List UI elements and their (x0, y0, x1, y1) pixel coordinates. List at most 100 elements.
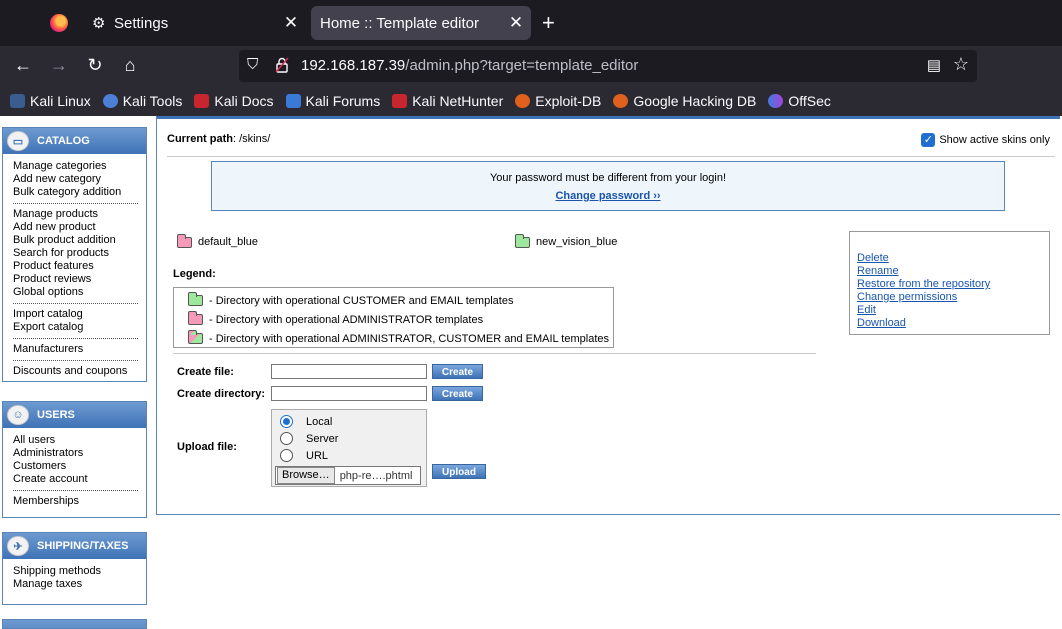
bookmark-kali-nethunter[interactable]: Kali NetHunter (392, 93, 503, 109)
delete-link[interactable]: Delete (857, 252, 1049, 265)
bookmark-kali-linux[interactable]: Kali Linux (10, 93, 91, 109)
sidebar-users-header: ☺ USERS (3, 402, 146, 428)
bookmark-exploit-db[interactable]: Exploit-DB (515, 93, 601, 109)
sidebar-item-manage-categories[interactable]: Manage categories (13, 160, 146, 173)
browse-button[interactable]: Browse… (277, 467, 335, 484)
bookmark-label: OffSec (788, 93, 831, 109)
skin-name: default_blue (198, 236, 258, 248)
bookmark-star-icon[interactable]: ☆ (953, 54, 969, 75)
radio-label: Local (306, 415, 333, 428)
close-icon[interactable]: ✕ (501, 13, 531, 33)
sidebar-users: ☺ USERS All users Administrators Custome… (2, 401, 147, 518)
sidebar-item-search-products[interactable]: Search for products (13, 247, 146, 260)
upload-file-label: Upload file: (177, 441, 237, 453)
edit-link[interactable]: Edit (857, 304, 1049, 317)
folder-icon (188, 311, 203, 325)
sidebar-item-bulk-product-addition[interactable]: Bulk product addition (13, 234, 146, 247)
bookmark-kali-tools[interactable]: Kali Tools (102, 93, 183, 109)
divider (167, 156, 1055, 157)
sidebar-item-product-reviews[interactable]: Product reviews (13, 273, 146, 286)
sidebar-item-all-users[interactable]: All users (13, 434, 146, 447)
back-arrow-icon[interactable]: ← (11, 55, 35, 76)
firefox-icon[interactable] (50, 14, 68, 32)
sidebar-item-administrators[interactable]: Administrators (13, 447, 146, 460)
skin-new-vision-blue[interactable]: new_vision_blue (515, 233, 617, 248)
browser-tab-bar: ⚙ Settings ✕ Home :: Template editor ✕ + (0, 0, 1062, 46)
sidebar-item-customers[interactable]: Customers (13, 460, 146, 473)
tab-template-editor[interactable]: Home :: Template editor ✕ (311, 6, 531, 40)
new-tab-plus-icon[interactable]: + (542, 10, 555, 36)
radio-selected[interactable] (280, 415, 293, 428)
checkmark-icon[interactable]: ✓ (921, 133, 936, 147)
sidebar-item-manufacturers[interactable]: Manufacturers (13, 343, 146, 356)
folder-icon (515, 233, 530, 248)
sidebar-item-add-new-product[interactable]: Add new product (13, 221, 146, 234)
bookmark-kali-forums[interactable]: Kali Forums (285, 93, 380, 109)
create-file-label: Create file: (177, 366, 234, 378)
file-input[interactable]: Browse… php-re….phtml (275, 466, 421, 485)
restore-link[interactable]: Restore from the repository (857, 278, 1049, 291)
create-file-input[interactable] (271, 364, 427, 379)
page-content: ▭ CATALOG Manage categories Add new cate… (0, 116, 1062, 629)
legend-text: - Directory with operational ADMINISTRAT… (209, 313, 484, 326)
sidebar-item-add-new-category[interactable]: Add new category (13, 173, 146, 186)
change-permissions-link[interactable]: Change permissions (857, 291, 1049, 304)
sidebar-next-section (2, 619, 147, 629)
upload-local-option[interactable]: Local (280, 415, 332, 428)
bookmark-kali-docs[interactable]: Kali Docs (194, 93, 274, 109)
create-file-button[interactable]: Create (432, 364, 483, 379)
change-password-link[interactable]: Change password ›› (555, 190, 660, 202)
sidebar-item-product-features[interactable]: Product features (13, 260, 146, 273)
lock-icon[interactable] (275, 57, 289, 73)
sidebar-shipping-links: Shipping methods Manage taxes (3, 559, 146, 595)
sidebar-item-import-catalog[interactable]: Import catalog (13, 308, 146, 321)
reload-icon[interactable]: ↻ (83, 55, 107, 76)
sidebar-item-shipping-methods[interactable]: Shipping methods (13, 565, 146, 578)
radio-unselected[interactable] (280, 449, 293, 462)
divider (173, 353, 816, 354)
bookmarks-toolbar: Kali Linux Kali Tools Kali Docs Kali For… (0, 86, 1062, 116)
create-directory-input[interactable] (271, 386, 427, 401)
home-icon[interactable]: ⌂ (118, 55, 142, 76)
shield-icon[interactable]: ⛉ (247, 56, 258, 73)
folder-icon (177, 233, 192, 248)
file-actions-box: Delete Rename Restore from the repositor… (849, 231, 1050, 335)
sidebar-item-manage-products[interactable]: Manage products (13, 208, 146, 221)
legend-title: Legend: (173, 268, 216, 280)
download-link[interactable]: Download (857, 317, 1049, 330)
url-text: 192.168.187.39/admin.php?target=template… (301, 57, 638, 74)
sidebar-catalog-links: Manage categories Add new category Bulk … (3, 154, 146, 382)
show-active-skins-checkbox[interactable]: ✓ Show active skins only (921, 133, 1050, 147)
bookmark-offsec[interactable]: OffSec (768, 93, 831, 109)
sidebar-item-create-account[interactable]: Create account (13, 473, 146, 486)
tab-settings[interactable]: ⚙ Settings ✕ (84, 6, 306, 40)
sidebar-catalog: ▭ CATALOG Manage categories Add new cate… (2, 127, 147, 382)
bookmark-google-hacking-db[interactable]: Google Hacking DB (613, 93, 756, 109)
sidebar-item-memberships[interactable]: Memberships (13, 495, 146, 508)
url-bar[interactable]: ⛉ 192.168.187.39/admin.php?target=templa… (239, 50, 977, 82)
skin-default-blue[interactable]: default_blue (177, 233, 258, 248)
forward-arrow-icon[interactable]: → (47, 55, 71, 76)
reader-view-icon[interactable]: ▤ (927, 56, 941, 74)
sidebar-item-manage-taxes[interactable]: Manage taxes (13, 578, 146, 591)
ghdb-icon (613, 94, 629, 108)
rename-link[interactable]: Rename (857, 265, 1049, 278)
radio-label: URL (306, 449, 329, 462)
sidebar-shipping-header: ✈ SHIPPING/TAXES (3, 533, 146, 559)
radio-unselected[interactable] (280, 432, 293, 445)
sidebar-item-export-catalog[interactable]: Export catalog (13, 321, 146, 334)
legend-item: - Directory with operational CUSTOMER an… (188, 291, 613, 310)
folder-icon (188, 330, 203, 344)
upload-url-option[interactable]: URL (280, 449, 328, 462)
current-path-value: : /skins/ (233, 133, 271, 145)
create-directory-button[interactable]: Create (432, 386, 483, 401)
upload-server-option[interactable]: Server (280, 432, 338, 445)
close-icon[interactable]: ✕ (276, 13, 306, 33)
divider (13, 303, 138, 304)
upload-button[interactable]: Upload (432, 464, 486, 479)
sidebar-item-global-options[interactable]: Global options (13, 286, 146, 299)
bookmark-label: Kali Tools (122, 93, 183, 109)
sidebar-item-bulk-category-addition[interactable]: Bulk category addition (13, 186, 146, 199)
sidebar-users-links: All users Administrators Customers Creat… (3, 428, 146, 512)
sidebar-item-discounts-coupons[interactable]: Discounts and coupons (13, 365, 146, 378)
